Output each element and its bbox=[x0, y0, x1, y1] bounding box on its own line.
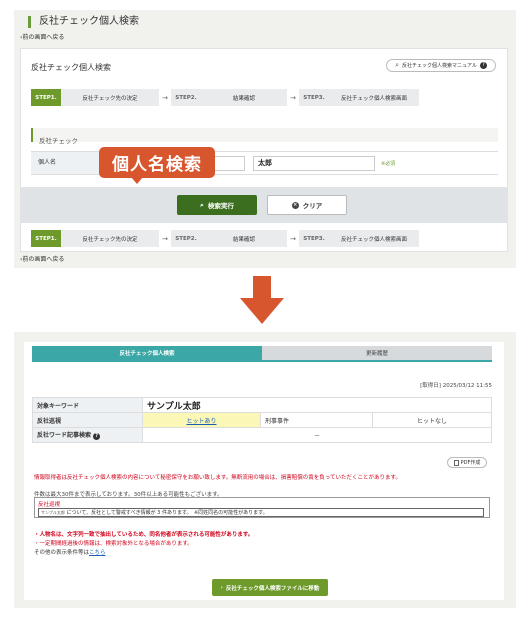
word-search-label: 反社ワード記事検索 bbox=[37, 432, 92, 439]
notes-block: ・人物名は、文字列一致で抽出しているため、同名他者が表示される可能性があります。… bbox=[34, 531, 253, 558]
card-title: 反社チェック個人検索 bbox=[31, 63, 111, 72]
hit-cell: ヒットあり bbox=[142, 412, 261, 428]
section-heading: 反社チェック bbox=[31, 128, 498, 145]
result-card: 反社チェック個人検索 更新履歴 [取得日] 2025/03/12 11:55 対… bbox=[24, 342, 504, 600]
step2-badge: STEP2. bbox=[171, 89, 201, 106]
name-field-label: 個人名 bbox=[31, 152, 109, 174]
result-table: 対象キーワード サンプル太郎 反社巡視 ヒットあり 刑事事件 ヒットなし 反社ワ… bbox=[32, 397, 492, 443]
clear-button-label: クリア bbox=[302, 202, 323, 210]
incident-label: 刑事事件 bbox=[260, 412, 373, 428]
article-heading: 反社巡視 bbox=[38, 502, 61, 508]
step1-label: 反社チェック先の決定 bbox=[61, 230, 159, 247]
tab-underline bbox=[32, 360, 492, 362]
note-period: ・一定期間経過後の情報は、検索対象外となる場合があります。 bbox=[34, 541, 193, 547]
pdf-icon bbox=[453, 459, 459, 466]
check-label: 反社巡視 bbox=[32, 412, 143, 428]
arrow-right-icon: → bbox=[290, 234, 296, 243]
arrow-right-icon: → bbox=[290, 93, 296, 102]
step1-label: 反社チェック先の決定 bbox=[61, 89, 159, 106]
step2-badge: STEP2. bbox=[171, 230, 201, 247]
section-label: 反社チェック bbox=[39, 137, 78, 145]
search-icon: ⌕ bbox=[395, 61, 400, 69]
move-button-label: 反社チェック個人検索ファイルに移動 bbox=[225, 585, 320, 592]
help-icon[interactable]: ? bbox=[93, 433, 101, 440]
hit-link[interactable]: ヒットあり bbox=[186, 418, 216, 425]
clear-button[interactable]: × クリア bbox=[267, 195, 347, 215]
step-indicator-bottom: STEP1. 反社チェック先の決定 → STEP2. 結果確認 → STEP3.… bbox=[31, 230, 498, 247]
step3-label: 反社チェック個人検索画面 bbox=[329, 89, 419, 106]
note-conditions-prefix: その他の表示条件等は bbox=[34, 550, 90, 556]
confidentiality-warning: 情報取得者は反社チェック個人検索の内容について秘密保守をお願い致します。無断流用… bbox=[34, 475, 401, 481]
note-same-name: ・人物名は、文字列一致で抽出しているため、同名他者が表示される可能性があります。 bbox=[34, 532, 254, 538]
table-row: 対象キーワード サンプル太郎 bbox=[32, 397, 492, 413]
step2-label: 結果確認 bbox=[201, 230, 287, 247]
note-conditions: その他の表示条件等はこちら bbox=[34, 549, 253, 558]
down-arrow-icon bbox=[240, 276, 284, 324]
word-search-label-cell: 反社ワード記事検索? bbox=[32, 427, 143, 443]
result-tabs: 反社チェック個人検索 更新履歴 bbox=[32, 346, 492, 360]
fetch-timestamp: [取得日] 2025/03/12 11:55 bbox=[420, 383, 492, 389]
nohit-value: ヒットなし bbox=[372, 412, 492, 428]
keyword-label: 対象キーワード bbox=[32, 397, 143, 413]
search-button[interactable]: ⌕ 検索実行 bbox=[177, 195, 257, 215]
article-result-text: について、反社として警戒すべき情報が 3 件あります。 ※同姓同名の可能性があり… bbox=[66, 510, 268, 516]
step1-badge: STEP1. bbox=[31, 230, 61, 247]
article-keyword-tag: サンプル太郎 bbox=[41, 510, 65, 515]
pdf-button[interactable]: PDF作成 bbox=[447, 457, 487, 468]
first-name-input[interactable]: 太郎 bbox=[253, 156, 375, 171]
article-result-row[interactable]: サンプル太郎 について、反社として警戒すべき情報が 3 件あります。 ※同姓同名… bbox=[38, 508, 484, 517]
arrow-right-icon: → bbox=[162, 234, 168, 243]
back-link-bottom[interactable]: ‹前の画面へ戻る bbox=[20, 254, 64, 263]
page-title: 反社チェック個人検索 bbox=[28, 16, 139, 28]
keyword-value-cell: サンプル太郎 bbox=[142, 397, 492, 413]
conditions-link[interactable]: こちら bbox=[89, 550, 106, 556]
table-row: 反社巡視 ヒットあり 刑事事件 ヒットなし bbox=[32, 412, 492, 428]
callout-tail bbox=[131, 177, 143, 184]
tab-individual-search[interactable]: 反社チェック個人検索 bbox=[32, 346, 262, 360]
step3-label: 反社チェック個人検索画面 bbox=[329, 230, 419, 247]
result-panel: 反社チェック個人検索 更新履歴 [取得日] 2025/03/12 11:55 対… bbox=[14, 332, 516, 608]
search-button-label: 検索実行 bbox=[207, 202, 234, 210]
step3-badge: STEP3. bbox=[299, 89, 329, 106]
manual-button[interactable]: ⌕ 反社チェック個人検索マニュアル ? bbox=[386, 59, 496, 72]
word-search-value: － bbox=[142, 427, 492, 443]
pdf-button-label: PDF作成 bbox=[460, 460, 481, 466]
article-box: 反社巡視 サンプル太郎 について、反社として警戒すべき情報が 3 件あります。 … bbox=[34, 497, 490, 518]
move-to-file-button[interactable]: › 反社チェック個人検索ファイルに移動 bbox=[212, 579, 328, 596]
help-icon: ? bbox=[479, 62, 487, 69]
step1-badge: STEP1. bbox=[31, 89, 61, 106]
search-panel: 反社チェック個人検索 ‹前の画面へ戻る 反社チェック個人検索 ⌕ 反社チェック個… bbox=[14, 10, 516, 268]
keyword-value: サンプル太郎 bbox=[147, 401, 201, 412]
required-note: ※必須 bbox=[381, 161, 396, 167]
table-row: 反社ワード記事検索? － bbox=[32, 427, 492, 443]
back-link-label: 前の画面へ戻る bbox=[22, 256, 65, 263]
search-card: 反社チェック個人検索 ⌕ 反社チェック個人検索マニュアル ? STEP1. 反社… bbox=[20, 48, 508, 252]
action-band: ⌕ 検索実行 × クリア bbox=[21, 187, 507, 223]
tab-update-history[interactable]: 更新履歴 bbox=[262, 346, 492, 360]
back-link-top[interactable]: ‹前の画面へ戻る bbox=[20, 32, 64, 41]
step3-badge: STEP3. bbox=[299, 230, 329, 247]
clear-icon: × bbox=[291, 201, 299, 209]
step-indicator-top: STEP1. 反社チェック先の決定 → STEP2. 結果確認 → STEP3.… bbox=[31, 89, 498, 106]
arrow-right-icon: → bbox=[162, 93, 168, 102]
chevron-right-icon: › bbox=[220, 584, 223, 591]
manual-button-label: 反社チェック個人検索マニュアル bbox=[402, 63, 477, 69]
search-icon: ⌕ bbox=[200, 200, 204, 209]
callout-label: 個人名検索 bbox=[99, 147, 215, 178]
back-link-label: 前の画面へ戻る bbox=[22, 34, 65, 41]
step2-label: 結果確認 bbox=[201, 89, 287, 106]
